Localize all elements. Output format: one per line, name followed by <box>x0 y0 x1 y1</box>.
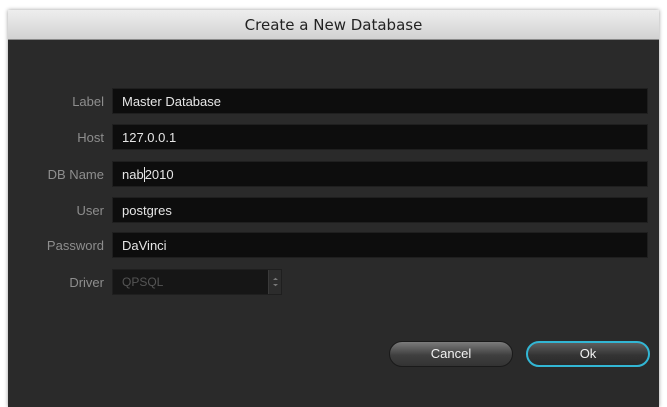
db-name-row: DB Name nab2010 <box>8 161 659 188</box>
password-input[interactable]: DaVinci <box>112 232 648 258</box>
driver-selected-value: QPSQL <box>122 275 164 289</box>
user-field-label: User <box>76 203 104 218</box>
user-row: User postgres <box>8 197 659 224</box>
label-row: Label Master Database <box>8 88 659 115</box>
dialog-title: Create a New Database <box>244 15 423 34</box>
create-database-dialog: Create a New Database Label Master Datab… <box>8 10 659 407</box>
db-name-text-before-caret: nab <box>122 167 144 182</box>
host-input[interactable]: 127.0.0.1 <box>112 124 648 150</box>
driver-select[interactable]: QPSQL <box>112 269 282 295</box>
host-field-label: Host <box>77 130 104 145</box>
password-row: Password DaVinci <box>8 232 659 259</box>
user-input[interactable]: postgres <box>112 197 648 223</box>
dialog-titlebar[interactable]: Create a New Database <box>8 10 659 40</box>
driver-field-label: Driver <box>69 275 104 290</box>
cancel-button[interactable]: Cancel <box>389 341 513 367</box>
ok-button[interactable]: Ok <box>526 341 650 367</box>
driver-row: Driver QPSQL <box>8 269 659 296</box>
label-field-label: Label <box>72 94 104 109</box>
host-row: Host 127.0.0.1 <box>8 124 659 151</box>
chevron-down-icon[interactable] <box>268 270 281 294</box>
db-name-text-after-caret: 2010 <box>144 167 174 182</box>
db-name-input[interactable]: nab2010 <box>112 161 648 187</box>
db-name-field-label: DB Name <box>47 167 104 182</box>
password-field-label: Password <box>46 238 104 253</box>
label-input[interactable]: Master Database <box>112 88 648 114</box>
